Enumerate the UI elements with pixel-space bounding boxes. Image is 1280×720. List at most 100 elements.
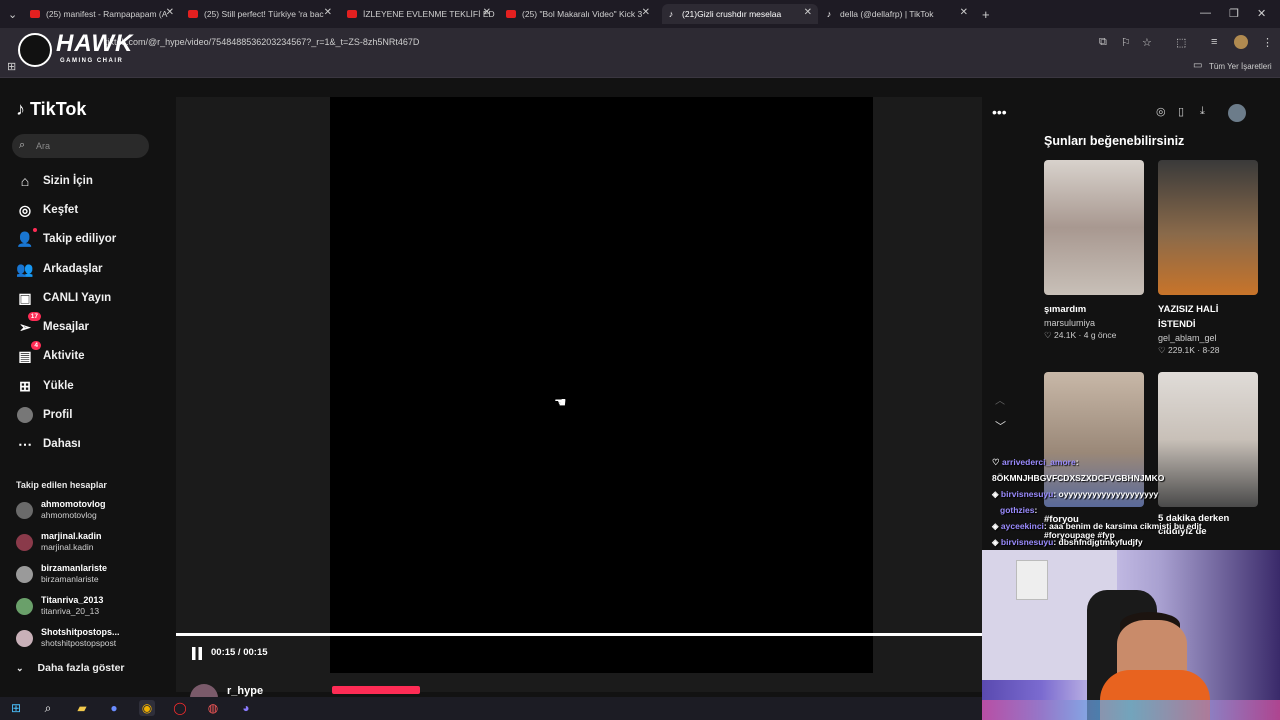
- upload-icon: ⊞: [19, 377, 31, 394]
- chrome-icon[interactable]: ◉: [139, 700, 155, 716]
- nav-live[interactable]: ▣ CANLI Yayın: [16, 287, 111, 309]
- following-account[interactable]: Shotshitpostops... shotshitpostopspost: [16, 626, 166, 652]
- chat-message: 8ÖKMNJHBGVFCDXSZXDCFVGBHNJMKO: [992, 473, 1165, 483]
- close-icon[interactable]: ✕: [960, 7, 968, 18]
- discord-icon[interactable]: ◕: [238, 700, 254, 716]
- friends-icon: 👥: [16, 260, 34, 277]
- follow-button[interactable]: [332, 686, 420, 694]
- app-icon[interactable]: ●: [106, 700, 122, 716]
- video-thumbnail[interactable]: [1158, 160, 1258, 295]
- bookmark-star-icon[interactable]: ☆: [1142, 36, 1152, 49]
- search-icon: ⌕: [19, 139, 26, 151]
- url-field[interactable]: tiktok.com/@r_hype/video/754848853620323…: [105, 33, 1165, 51]
- author-name[interactable]: r_hype: [227, 685, 263, 697]
- youtube-icon: [347, 10, 357, 18]
- apps-grid-icon[interactable]: ⊞: [7, 60, 16, 73]
- restore-icon[interactable]: ❐: [1229, 7, 1239, 20]
- extensions-icon[interactable]: ⬚: [1176, 36, 1186, 49]
- tiktok-logo[interactable]: ♪ TikTok: [16, 99, 86, 120]
- chat-message: ◈ birvisnesuyu: dbshfndjgtmkyfudjfy: [992, 537, 1143, 547]
- home-icon: ⌂: [20, 173, 30, 189]
- close-icon[interactable]: ✕: [804, 7, 812, 18]
- nav-activity[interactable]: ▤ 4 Aktivite: [16, 341, 85, 367]
- app-icon[interactable]: ◍: [205, 700, 221, 716]
- following-account[interactable]: ahmomotovlog ahmomotovlog: [16, 498, 166, 524]
- youtube-icon: [506, 10, 516, 18]
- youtube-icon: [188, 10, 198, 18]
- nav-upload[interactable]: ⊞ Yükle: [16, 375, 74, 397]
- hawk-brand-name: HAWK: [56, 30, 134, 57]
- video-player[interactable]: [330, 97, 873, 673]
- messages-icon: ➢ 17: [16, 312, 41, 336]
- phone-icon[interactable]: ▯: [1178, 105, 1184, 118]
- compass-icon: ◎: [18, 201, 32, 218]
- browser-tab-3[interactable]: İZLEYENE EVLENME TEKLİFİ ED ✕: [347, 4, 497, 24]
- hawk-emblem-icon: [18, 33, 52, 67]
- file-explorer-icon[interactable]: ▰: [74, 700, 90, 716]
- profile-avatar[interactable]: [1234, 35, 1248, 49]
- browser-tab-1[interactable]: (25) manifest - Rampapapam (A ✕: [30, 4, 180, 24]
- following-icon: 👤: [16, 228, 37, 248]
- user-avatar[interactable]: [1228, 104, 1246, 122]
- activity-badge: 4: [31, 341, 41, 350]
- opera-icon[interactable]: ◯: [172, 700, 188, 716]
- more-options-icon[interactable]: •••: [992, 104, 1007, 120]
- badge-icon: ◈: [992, 489, 1001, 499]
- coin-icon[interactable]: ◎: [1156, 105, 1166, 118]
- window-close-icon[interactable]: ✕: [1257, 7, 1266, 20]
- close-icon[interactable]: ✕: [166, 7, 174, 18]
- minimize-icon[interactable]: —: [1200, 7, 1211, 19]
- recommendations-title: Şunları beğenebilirsiniz: [1044, 134, 1185, 148]
- show-more-button[interactable]: ⌄ Daha fazla göster: [16, 662, 125, 674]
- avatar: [16, 502, 33, 519]
- avatar: [16, 534, 33, 551]
- media-control-icon[interactable]: ≡: [1211, 36, 1217, 48]
- chevron-up-icon[interactable]: ︿: [995, 392, 1005, 407]
- search-box[interactable]: ⌕: [12, 134, 149, 158]
- pause-icon[interactable]: [192, 647, 202, 660]
- tiktok-note-icon: ♪: [16, 99, 31, 119]
- bookmarks-bar: [0, 56, 1280, 78]
- tiktok-icon: ♪: [826, 9, 832, 19]
- time-display: 00:15 / 00:15: [211, 647, 268, 658]
- following-account[interactable]: birzamanlariste birzamanlariste: [16, 562, 166, 588]
- avatar: [16, 630, 33, 647]
- close-icon[interactable]: ✕: [642, 7, 650, 18]
- windows-start-icon[interactable]: ⊞: [8, 700, 24, 716]
- following-account[interactable]: marjinal.kadin marjinal.kadin: [16, 530, 166, 556]
- all-bookmarks-label[interactable]: Tüm Yer İşaretleri: [1209, 62, 1272, 71]
- progress-bar[interactable]: [176, 633, 982, 636]
- download-icon[interactable]: ⤓: [1200, 105, 1205, 118]
- avatar: [16, 598, 33, 615]
- close-icon[interactable]: ✕: [324, 7, 332, 18]
- browser-menu-icon[interactable]: ⋮: [1262, 36, 1273, 49]
- recommended-video[interactable]: şımardım marsulumiya ♡ 24.1K · 4 g önce: [1044, 160, 1144, 341]
- activity-icon: ▤ 4: [16, 341, 41, 365]
- video-thumbnail[interactable]: [1044, 160, 1144, 295]
- recommended-video[interactable]: YAZISIZ HALİ İSTENDİ gel_ablam_gel ♡ 229…: [1158, 160, 1258, 356]
- nav-explore[interactable]: ◎ Keşfet: [16, 199, 78, 221]
- search-icon[interactable]: ⌕: [40, 700, 56, 716]
- hawk-tagline: GAMING CHAIR: [60, 58, 124, 64]
- nav-more[interactable]: ⋯ Dahası: [16, 433, 81, 455]
- browser-tab-6[interactable]: ♪ della (@dellafrp) | TikTok ✕: [824, 4, 974, 24]
- install-app-icon[interactable]: ⧉: [1099, 36, 1107, 49]
- nav-messages[interactable]: ➢ 17 Mesajlar: [16, 312, 89, 338]
- following-account[interactable]: Titanriva_2013 titanriva_20_13: [16, 594, 166, 620]
- nav-for-you[interactable]: ⌂ Sizin İçin: [16, 170, 93, 192]
- tab-search-icon[interactable]: ⌄: [8, 8, 17, 21]
- search-input[interactable]: [36, 138, 136, 154]
- nav-friends[interactable]: 👥 Arkadaşlar: [16, 258, 102, 280]
- chevron-down-icon[interactable]: ﹀: [995, 418, 1006, 434]
- live-icon: ▣: [18, 289, 32, 306]
- chat-message: ◈ birvisnesuyu: oyyyyyyyyyyyyyyyyyyyy: [992, 489, 1159, 499]
- browser-tab-4[interactable]: (25) "Bol Makaralı Video" Kick 3 ✕: [506, 4, 656, 24]
- browser-tab-2[interactable]: (25) Still perfect! Türkiye 'ra bac ✕: [188, 4, 338, 24]
- nav-following[interactable]: 👤 Takip ediliyor: [16, 228, 116, 250]
- badge-icon: ◈: [992, 537, 1001, 547]
- new-tab-icon[interactable]: +: [982, 7, 990, 22]
- translate-icon[interactable]: ⚐: [1121, 36, 1131, 49]
- nav-profile[interactable]: Profil: [16, 404, 72, 426]
- close-icon[interactable]: ✕: [483, 7, 491, 18]
- browser-tab-5[interactable]: ♪ (21)Gizli crushdır meselaa ✕: [662, 4, 818, 24]
